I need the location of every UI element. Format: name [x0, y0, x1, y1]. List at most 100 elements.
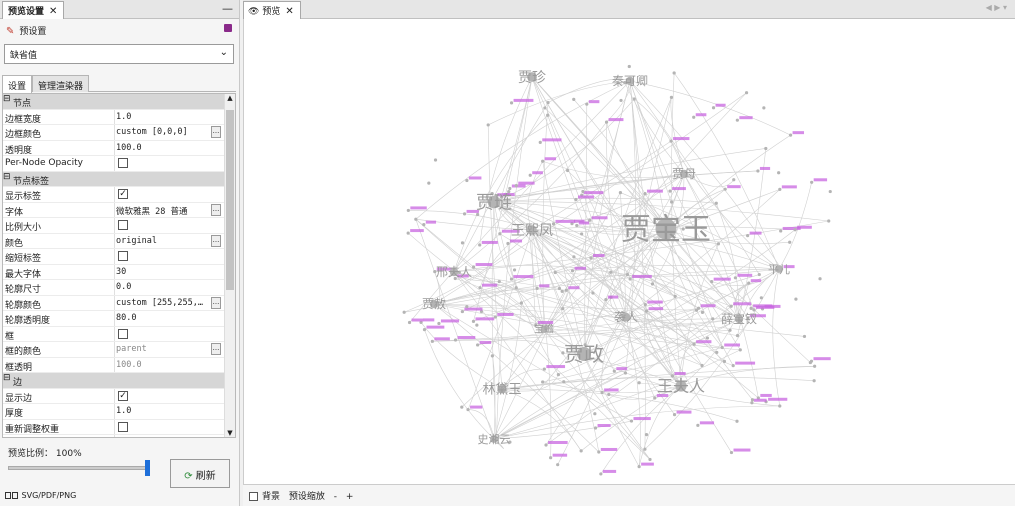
graph-node[interactable]	[460, 309, 464, 314]
graph-node[interactable]	[471, 265, 476, 269]
export-button[interactable]: SVG/PDF/PNG	[5, 491, 76, 500]
graph-node[interactable]	[738, 348, 742, 352]
property-row[interactable]: 缩短标签	[3, 249, 235, 265]
graph-node[interactable]	[627, 64, 631, 69]
graph-node[interactable]	[759, 296, 763, 300]
close-icon[interactable]: ✕	[285, 6, 293, 17]
graph-node[interactable]	[757, 272, 761, 277]
graph-node[interactable]	[643, 302, 647, 307]
graph-node[interactable]	[643, 192, 647, 196]
graph-node[interactable]	[750, 398, 755, 402]
graph-node[interactable]	[422, 223, 426, 227]
graph-node[interactable]	[572, 97, 576, 101]
graph-node[interactable]	[607, 392, 611, 397]
graph-node[interactable]	[669, 139, 673, 143]
property-category[interactable]: ⊟ 边	[3, 373, 235, 389]
graph-node[interactable]	[471, 319, 476, 323]
graph-node[interactable]	[778, 187, 782, 191]
property-checkbox[interactable]: ✓	[118, 390, 128, 401]
property-edit-button[interactable]: ...	[211, 296, 221, 309]
zoom-minus-button[interactable]: -	[334, 492, 337, 502]
graph-node[interactable]	[514, 184, 518, 188]
graph-node[interactable]	[788, 240, 792, 244]
graph-node[interactable]	[566, 168, 570, 173]
graph-node[interactable]	[549, 456, 553, 460]
scroll-down-icon[interactable]: ▼	[225, 429, 235, 437]
graph-node[interactable]	[553, 270, 557, 275]
collapse-icon[interactable]: ⊟	[3, 373, 11, 383]
graph-node[interactable]	[406, 208, 410, 213]
tab-preview[interactable]: 👁 预览 ✕	[243, 1, 301, 19]
graph-node[interactable]	[475, 323, 479, 327]
property-value[interactable]: 100.0	[116, 143, 212, 153]
graph-node[interactable]	[625, 272, 630, 277]
graph-node[interactable]	[509, 101, 514, 105]
graph-node[interactable]	[562, 380, 566, 384]
graph-node[interactable]	[788, 133, 793, 137]
property-row[interactable]: 框	[3, 326, 235, 342]
graph-node[interactable]	[711, 106, 716, 110]
graph-node[interactable]	[749, 306, 753, 310]
graph-node[interactable]	[402, 310, 406, 314]
zoom-slider[interactable]	[8, 460, 150, 476]
graph-node[interactable]	[570, 269, 575, 273]
scrollbar-thumb[interactable]	[226, 110, 234, 290]
graph-node[interactable]	[528, 173, 532, 177]
graph-node[interactable]	[716, 242, 721, 246]
property-row[interactable]: 厚度 1.0	[3, 404, 235, 420]
property-checkbox[interactable]	[118, 421, 128, 432]
preset-select[interactable]: 缺省值 ⌄	[4, 44, 234, 64]
graph-node[interactable]	[497, 279, 501, 284]
property-value[interactable]: 80.0	[116, 313, 212, 323]
graph-node[interactable]	[723, 187, 727, 191]
graph-node[interactable]	[733, 276, 738, 280]
property-row[interactable]: 最大字体 30	[3, 264, 235, 280]
graph-node[interactable]	[705, 336, 710, 340]
property-row[interactable]: 轮廓颜色 custom [255,255,…...	[3, 295, 235, 311]
graph-node[interactable]	[692, 342, 696, 346]
graph-node[interactable]	[556, 372, 560, 377]
graph-node[interactable]	[546, 113, 550, 117]
graph-node[interactable]	[437, 321, 441, 326]
property-row[interactable]: 透明度 100.0	[3, 140, 235, 156]
graph-node[interactable]	[732, 178, 736, 182]
graph-node[interactable]	[735, 334, 740, 338]
graph-node[interactable]	[812, 379, 816, 383]
property-checkbox[interactable]	[118, 220, 128, 230]
graph-node[interactable]	[672, 71, 676, 75]
graph-node[interactable]	[710, 280, 714, 284]
graph-node[interactable]	[672, 413, 677, 417]
graph-node[interactable]	[722, 359, 727, 364]
property-checkbox[interactable]	[118, 328, 128, 339]
graph-node[interactable]	[764, 146, 768, 151]
graph-node[interactable]	[557, 286, 562, 291]
property-value[interactable]: 100.0	[116, 360, 212, 370]
graph-node[interactable]	[478, 243, 482, 247]
graph-node[interactable]	[593, 426, 598, 430]
graph-node[interactable]	[407, 320, 412, 325]
property-row[interactable]: 显示标签 ✓	[3, 187, 235, 203]
graph-node[interactable]	[406, 231, 410, 235]
property-row[interactable]: 轮廓尺寸 0.0	[3, 280, 235, 296]
graph-node[interactable]	[818, 277, 822, 281]
property-row[interactable]: 比例大小	[3, 218, 235, 234]
graph-node[interactable]	[597, 450, 601, 454]
tab-settings[interactable]: 设置	[2, 75, 33, 93]
graph-node[interactable]	[696, 423, 700, 427]
graph-node[interactable]	[462, 212, 467, 216]
property-checkbox[interactable]	[118, 158, 128, 168]
graph-node[interactable]	[700, 310, 705, 314]
graph-node[interactable]	[746, 234, 750, 238]
graph-node[interactable]	[650, 282, 655, 286]
graph-node[interactable]	[414, 217, 418, 221]
property-row[interactable]: 框透明 100.0	[3, 357, 235, 373]
graph-node[interactable]	[433, 158, 438, 162]
graph-node[interactable]	[541, 159, 545, 163]
graph-node[interactable]	[637, 465, 641, 469]
graph-node[interactable]	[591, 291, 595, 295]
tab-manage-renderers[interactable]: 管理渲染器	[32, 75, 90, 92]
property-edit-button[interactable]: ...	[211, 343, 221, 355]
graph-node[interactable]	[802, 334, 807, 339]
graph-node[interactable]	[643, 447, 647, 451]
graph-node[interactable]	[580, 232, 584, 236]
